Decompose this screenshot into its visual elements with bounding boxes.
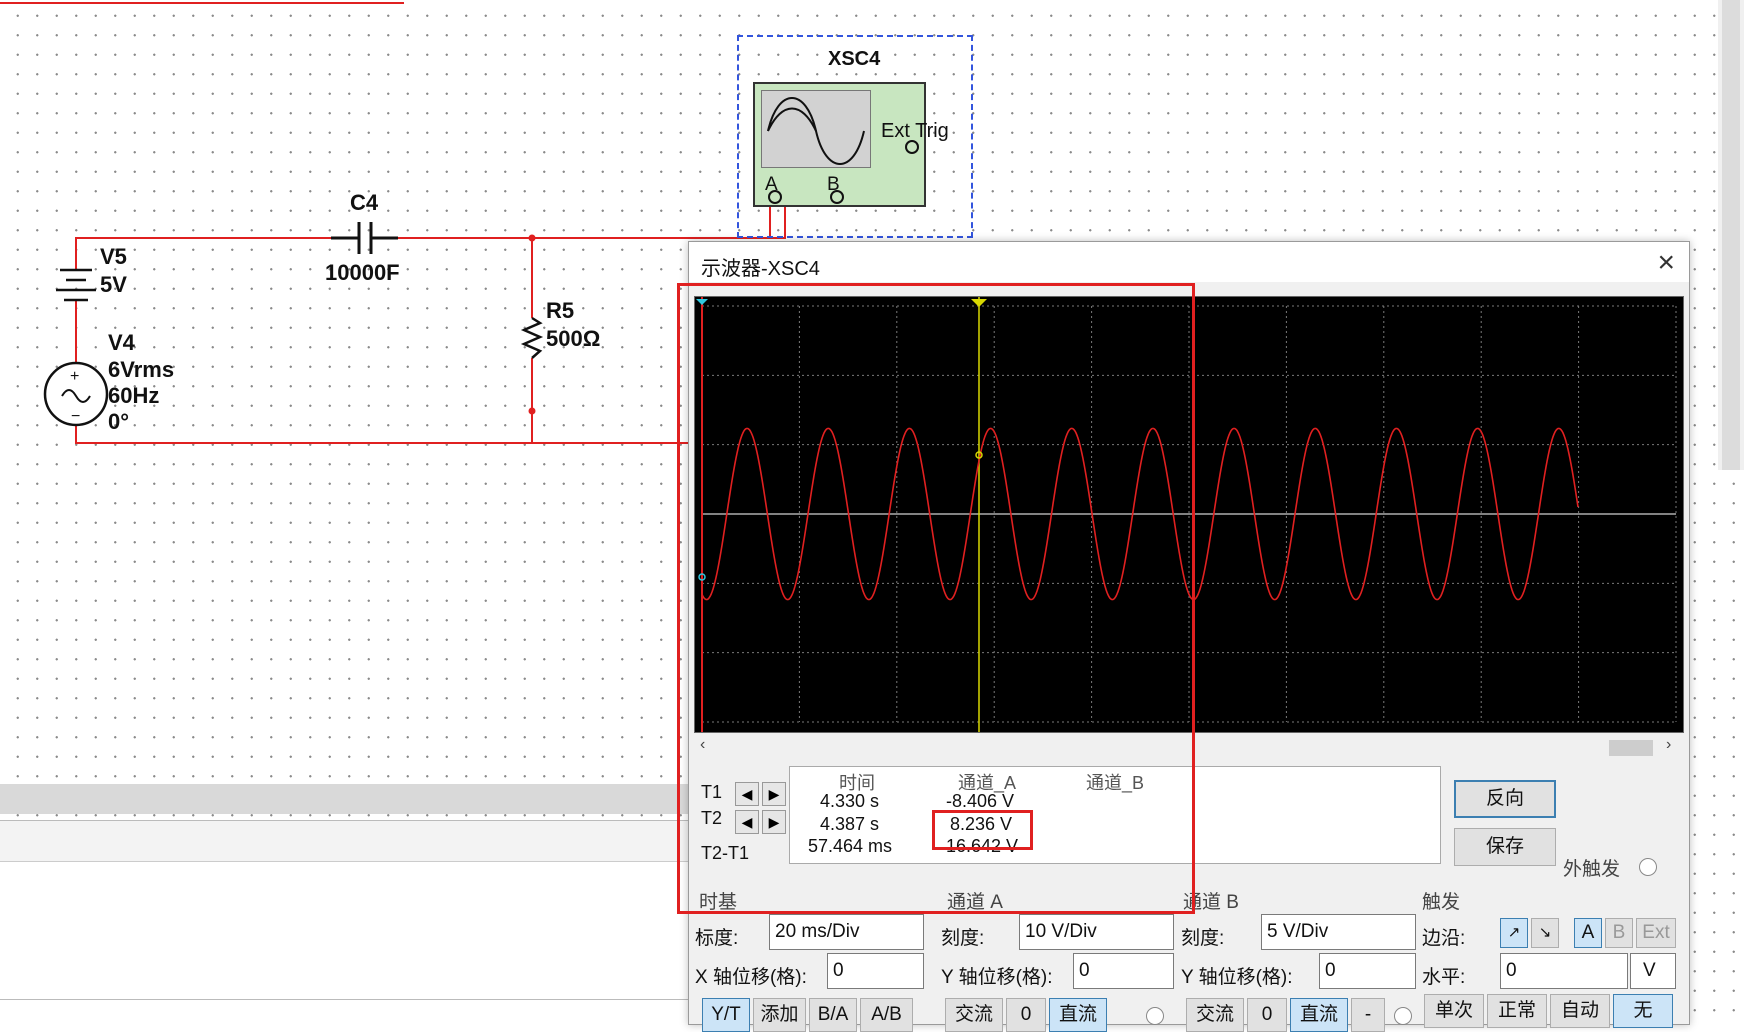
oscilloscope-window[interactable]: 示波器-XSC4 × ‹ › T1 T2 T2-T1 ◀ ▶ ◀ ▶ 时间 通道… <box>688 241 1690 1032</box>
t1-label: T1 <box>701 782 723 802</box>
channel-a-title: 通道 A <box>947 892 1003 913</box>
workspace-horizontal-scrollbar[interactable] <box>0 784 690 814</box>
v4-rms: 6Vrms <box>108 357 175 382</box>
trigger-source-b-button[interactable]: B <box>1605 918 1633 948</box>
scroll-left-icon[interactable]: ‹ <box>700 736 705 754</box>
col-b-header: 通道_B <box>1086 773 1145 793</box>
trigger-edge-label: 边沿: <box>1422 928 1466 949</box>
scope-display[interactable] <box>694 296 1684 733</box>
channel-b-dc-button[interactable]: 直流 <box>1290 998 1348 1032</box>
timebase-scale-label: 标度: <box>695 928 739 949</box>
scroll-right-icon[interactable]: › <box>1666 736 1671 754</box>
r5-name: R5 <box>546 298 575 323</box>
channel-b-ypos-label: Y 轴位移(格): <box>1181 967 1293 988</box>
trigger-source-ext-button[interactable]: Ext <box>1636 918 1676 948</box>
dt-a-value: 16.642 V <box>946 836 1019 856</box>
panel-divider <box>0 999 700 1000</box>
t1-marker-icon[interactable] <box>696 299 708 305</box>
t2-right-arrow-icon[interactable]: ▶ <box>762 810 786 834</box>
rising-edge-icon[interactable]: ↗ <box>1500 918 1528 948</box>
c4-value: 10000F <box>325 260 400 285</box>
channel-b-invert-button[interactable]: - <box>1351 998 1385 1032</box>
channel-a-ac-button[interactable]: 交流 <box>945 998 1003 1032</box>
t1-left-arrow-icon[interactable]: ◀ <box>735 782 759 806</box>
channel-b-title: 通道 B <box>1183 892 1239 913</box>
t2-left-arrow-icon[interactable]: ◀ <box>735 810 759 834</box>
t1-right-arrow-icon[interactable]: ▶ <box>762 782 786 806</box>
t2-a-value: 8.236 V <box>950 814 1013 834</box>
svg-text:−: − <box>71 408 80 425</box>
ext-trigger-radio[interactable] <box>1639 858 1657 876</box>
ext-trig-terminal-icon[interactable] <box>905 140 919 154</box>
timebase-xpos-field[interactable]: 0 <box>827 953 924 989</box>
t1-time-value: 4.330 s <box>820 791 880 811</box>
channel-a-scale-label: 刻度: <box>941 928 985 949</box>
trigger-level-unit[interactable]: V <box>1630 953 1676 989</box>
mode-ba-button[interactable]: B/A <box>809 998 857 1032</box>
t1-a-value: -8.406 V <box>946 791 1015 811</box>
r5-value: 500Ω <box>546 326 601 351</box>
channel-b-scale-field[interactable]: 5 V/Div <box>1261 914 1416 950</box>
close-icon[interactable]: × <box>1657 246 1675 280</box>
cursor-readout-table: 时间 通道_A 通道_B 4.330 s -8.406 V 4.387 s 8.… <box>789 766 1441 864</box>
dt-time-value: 57.464 ms <box>808 836 893 856</box>
trigger-level-label: 水平: <box>1422 967 1466 988</box>
mode-add-button[interactable]: 添加 <box>753 998 806 1032</box>
scroll-thumb[interactable] <box>1609 740 1653 756</box>
channel-a-dc-button[interactable]: 直流 <box>1049 998 1107 1032</box>
c4-name: C4 <box>350 190 379 215</box>
scope-plot <box>696 297 1677 732</box>
save-button[interactable]: 保存 <box>1454 828 1556 866</box>
channel-a-ypos-field[interactable]: 0 <box>1073 953 1174 989</box>
mode-yt-button[interactable]: Y/T <box>702 998 750 1032</box>
dt-label: T2-T1 <box>701 843 750 863</box>
channel-a-radio[interactable] <box>1146 1007 1164 1025</box>
svg-text:+: + <box>70 368 79 385</box>
spreadsheet-panel-header <box>0 821 700 862</box>
channel-b-zero-button[interactable]: 0 <box>1247 998 1287 1032</box>
channel-a-scale-field[interactable]: 10 V/Div <box>1019 914 1174 950</box>
timebase-scale-field[interactable]: 20 ms/Div <box>769 914 924 950</box>
v4-name: V4 <box>108 330 135 355</box>
channel-a-ypos-label: Y 轴位移(格): <box>941 967 1053 988</box>
channel-b-radio[interactable] <box>1394 1007 1412 1025</box>
t2-label: T2 <box>701 808 723 828</box>
trigger-title: 触发 <box>1422 892 1461 913</box>
spreadsheet-panel <box>0 820 700 1024</box>
mode-ab-button[interactable]: A/B <box>860 998 913 1032</box>
ext-trigger-label: 外触发 <box>1563 859 1621 880</box>
trigger-level-field[interactable]: 0 <box>1500 953 1628 989</box>
channel-a-zero-button[interactable]: 0 <box>1006 998 1046 1032</box>
xsc4-label: XSC4 <box>828 48 881 70</box>
xsc4-screen-icon <box>761 90 871 168</box>
t2-time-value: 4.387 s <box>820 814 880 834</box>
port-a-terminal-icon[interactable] <box>768 190 782 204</box>
port-b-terminal-icon[interactable] <box>830 190 844 204</box>
workspace-vertical-scrollbar[interactable] <box>1718 0 1744 470</box>
scope-horizontal-scrollbar[interactable]: ‹ › <box>694 736 1682 759</box>
v5-name: V5 <box>100 244 127 269</box>
channel-b-ypos-field[interactable]: 0 <box>1319 953 1416 989</box>
ext-trig-label: Ext Trig <box>881 120 949 142</box>
channel-b-ac-button[interactable]: 交流 <box>1186 998 1244 1032</box>
xsc4-instrument-body[interactable]: Ext Trig A B <box>753 82 949 207</box>
timebase-title: 时基 <box>699 892 738 913</box>
v5-value: 5V <box>100 272 127 297</box>
oscilloscope-title: 示波器-XSC4 <box>701 258 820 280</box>
trigger-source-a-button[interactable]: A <box>1574 918 1602 948</box>
timebase-xpos-label: X 轴位移(格): <box>695 967 807 988</box>
channel-b-scale-label: 刻度: <box>1181 928 1225 949</box>
v4-phase: 0° <box>108 409 130 434</box>
v4-freq: 60Hz <box>108 383 160 408</box>
reverse-button[interactable]: 反向 <box>1454 780 1556 818</box>
falling-edge-icon[interactable]: ↘ <box>1531 918 1559 948</box>
vertical-scroll-thumb[interactable] <box>1722 0 1740 470</box>
oscilloscope-titlebar[interactable]: 示波器-XSC4 × <box>689 242 1689 282</box>
